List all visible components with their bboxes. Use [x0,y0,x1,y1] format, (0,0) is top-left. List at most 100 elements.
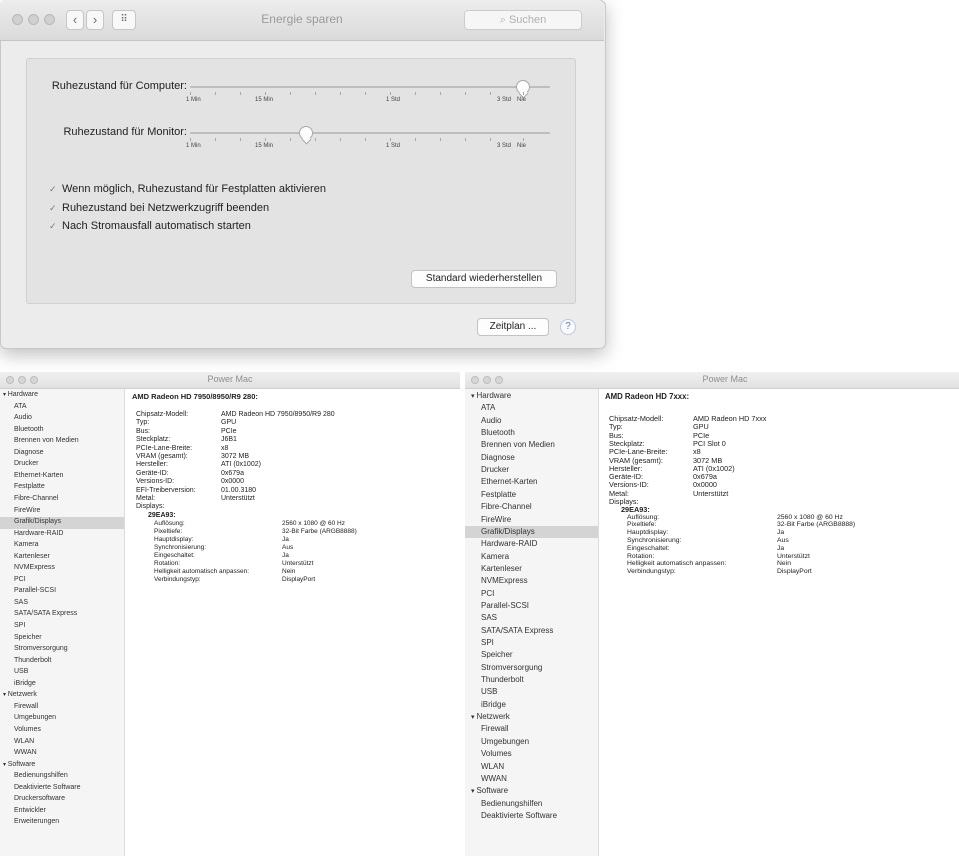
minimize-window-button[interactable] [483,376,491,384]
sidebar-item[interactable]: WLAN [14,738,34,745]
sidebar-item[interactable]: PCI [481,589,494,598]
sidebar-item[interactable]: Erweiterungen [14,818,59,825]
sidebar-item[interactable]: Deaktivierte Software [14,784,81,791]
minimize-window-button[interactable] [28,14,39,25]
sidebar-group-netzwerk[interactable]: ▾ Netzwerk [471,712,510,721]
sidebar-item[interactable]: FireWire [481,515,511,524]
sidebar-item[interactable]: Volumes [14,726,41,733]
sidebar-item[interactable]: Hardware-RAID [14,530,63,537]
sidebar-item[interactable]: Diagnose [481,453,515,462]
sidebar-item[interactable]: Thunderbolt [481,675,524,684]
close-window-button[interactable] [6,376,14,384]
sidebar-item[interactable]: Diagnose [14,449,44,456]
sidebar-item[interactable]: Kamera [14,541,39,548]
detail-value: PCIe [221,427,237,435]
sidebar-item[interactable]: SATA/SATA Express [481,626,553,635]
sidebar-item[interactable]: Volumes [481,749,512,758]
forward-button[interactable]: › [86,10,104,30]
tick-label: 15 Min [255,143,274,149]
sidebar-item[interactable]: Kartenleser [481,564,522,573]
zoom-window-button[interactable] [30,376,38,384]
sidebar-item[interactable]: Ethernet-Karten [14,472,63,479]
sidebar-item[interactable]: USB [14,668,28,675]
sidebar-item[interactable]: Umgebungen [14,714,56,721]
sidebar-item[interactable]: WWAN [14,749,37,756]
sidebar-item[interactable]: Drucker [481,465,509,474]
checkbox-restart-power-failure[interactable]: ✓ Nach Stromausfall automatisch starten [49,220,251,232]
sidebar-item[interactable]: iBridge [14,680,36,687]
minimize-window-button[interactable] [18,376,26,384]
sidebar-item[interactable]: Grafik/Displays [481,527,535,536]
sidebar-item[interactable]: Drucker [14,460,39,467]
sidebar-item[interactable]: Fibre-Channel [14,495,58,502]
display-detail-label: Pixeltiefe: [154,528,183,536]
sidebar-item[interactable]: Ethernet-Karten [481,477,537,486]
sidebar-item[interactable]: NVMExpress [481,576,528,585]
sidebar-item[interactable]: Thunderbolt [14,657,51,664]
sidebar-item[interactable]: SAS [481,613,497,622]
sidebar-item[interactable]: Festplatte [14,483,45,490]
close-window-button[interactable] [12,14,23,25]
sidebar-item[interactable]: Bluetooth [14,426,44,433]
sidebar-item[interactable]: Bedienungshilfen [481,799,542,808]
sidebar-group-netzwerk[interactable]: ▾ Netzwerk [3,691,37,698]
sidebar-item[interactable]: Druckersoftware [14,795,65,802]
sidebar-item[interactable]: Entwickler [14,807,46,814]
computer-sleep-slider[interactable]: 1 Min 15 Min 1 Std 3 Std Nie [186,80,550,105]
sidebar-item[interactable]: Stromversorgung [481,663,542,672]
sidebar-item[interactable]: Stromversorgung [14,645,68,652]
sidebar-item[interactable]: Fibre-Channel [481,502,532,511]
zoom-window-button[interactable] [495,376,503,384]
sidebar-item[interactable]: Bedienungshilfen [14,772,68,779]
sidebar-item[interactable]: Firewall [481,724,509,733]
sidebar-item[interactable]: Umgebungen [481,737,529,746]
close-window-button[interactable] [471,376,479,384]
sidebar-item[interactable]: Kamera [481,552,509,561]
sidebar-item[interactable]: SPI [481,638,494,647]
sidebar-item[interactable]: USB [481,687,497,696]
sidebar-item[interactable]: Brennen von Medien [481,440,555,449]
sidebar-item[interactable]: Audio [481,416,501,425]
search-input[interactable]: ⌕ Suchen [464,10,582,30]
sidebar-item[interactable]: Parallel-SCSI [14,587,56,594]
sidebar-item[interactable]: Deaktivierte Software [481,811,557,820]
schedule-button[interactable]: Zeitplan ... [477,318,549,336]
restore-defaults-button[interactable]: Standard wiederherstellen [411,270,557,288]
sidebar-item[interactable]: NVMExpress [14,564,55,571]
sidebar-item[interactable]: WLAN [481,762,504,771]
checkmark-icon: ✓ [49,221,57,231]
sidebar-item[interactable]: SATA/SATA Express [14,610,77,617]
sidebar-item[interactable]: Audio [14,414,32,421]
slider-thumb[interactable] [299,126,313,140]
sidebar-item[interactable]: Hardware-RAID [481,539,537,548]
sidebar-group-software[interactable]: ▾ Software [471,786,508,795]
checkbox-disk-sleep[interactable]: ✓ Wenn möglich, Ruhezustand für Festplatt… [49,183,326,195]
sidebar-item[interactable]: PCI [14,576,26,583]
zoom-window-button[interactable] [44,14,55,25]
sidebar-group-hardware[interactable]: ▾ Hardware [471,391,511,400]
sidebar-item[interactable]: Festplatte [481,490,516,499]
sidebar-item[interactable]: SPI [14,622,25,629]
sidebar-item[interactable]: Bluetooth [481,428,515,437]
sidebar-item[interactable]: ATA [14,403,27,410]
sidebar-item[interactable]: FireWire [14,507,40,514]
sidebar-item[interactable]: ATA [481,403,495,412]
sidebar-item[interactable]: WWAN [481,774,507,783]
sidebar-item[interactable]: Speicher [14,634,42,641]
sidebar-item[interactable]: Parallel-SCSI [481,601,529,610]
sidebar-group-hardware[interactable]: ▾ Hardware [3,391,38,398]
sidebar-item[interactable]: Firewall [14,703,38,710]
sidebar-item[interactable]: iBridge [481,700,506,709]
sidebar-item[interactable]: Grafik/Displays [14,518,61,525]
sidebar-group-software[interactable]: ▾ Software [3,761,35,768]
sidebar-item[interactable]: Kartenleser [14,553,50,560]
checkbox-wake-network[interactable]: ✓ Ruhezustand bei Netzwerkzugriff beenden [49,202,269,214]
back-button[interactable]: ‹ [66,10,84,30]
sidebar-item[interactable]: Speicher [481,650,513,659]
sidebar-item[interactable]: Brennen von Medien [14,437,79,444]
show-all-button[interactable]: ⠿ [112,10,136,30]
search-placeholder: Suchen [508,14,547,26]
monitor-sleep-slider[interactable]: 1 Min 15 Min 1 Std 3 Std Nie [186,126,550,151]
help-button[interactable]: ? [560,319,576,335]
sidebar-item[interactable]: SAS [14,599,28,606]
